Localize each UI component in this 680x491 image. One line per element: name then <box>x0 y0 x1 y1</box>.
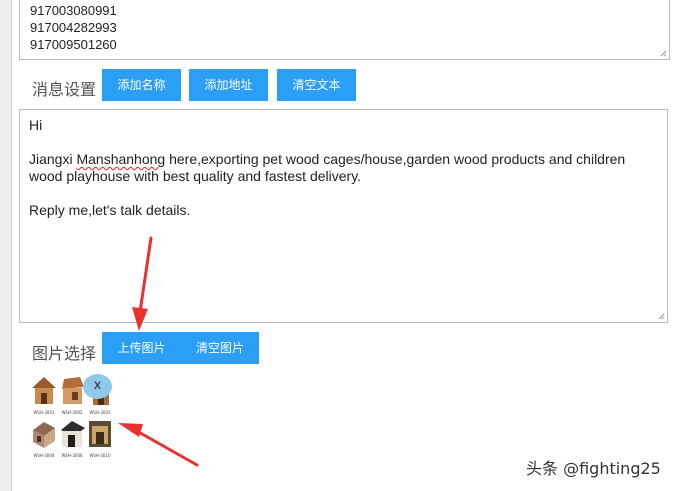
image-thumbnail[interactable]: WSH-3002 <box>58 375 86 415</box>
upload-image-button[interactable]: 上传图片 <box>102 332 181 364</box>
image-thumbnail[interactable]: WSH-3008 <box>58 418 86 458</box>
thumbnail-code: WSH-3002 <box>61 410 83 415</box>
message-greeting: Hi <box>29 117 43 133</box>
thumbnail-code: WSH-3010 <box>89 453 111 458</box>
left-panel-edge <box>0 0 12 491</box>
image-thumbnail[interactable]: WSH-3001 <box>30 375 58 415</box>
add-name-button[interactable]: 添加名称 <box>102 69 181 101</box>
watermark: 头条 @fighting25 <box>526 459 661 478</box>
doghouse-image-icon <box>32 377 56 404</box>
image-thumbnail[interactable]: WSH-3010 <box>86 418 114 458</box>
phone-number-line: 917009501260 <box>30 37 117 52</box>
doghouse-image-icon <box>62 377 84 404</box>
thumbnail-code: WSH-3004 <box>33 453 55 458</box>
thumbnail-code: WSH-3008 <box>61 453 83 458</box>
add-address-button[interactable]: 添加地址 <box>189 69 268 101</box>
message-textarea[interactable]: Hi Jiangxi Manshanhong here,exporting pe… <box>19 109 668 323</box>
image-thumbnail[interactable]: WSH-3004 <box>30 418 58 458</box>
phone-number-line: 917003080991 <box>30 3 117 18</box>
remove-image-button[interactable]: x <box>83 374 112 399</box>
image-select-label: 图片选择 <box>32 344 97 363</box>
resize-grip-icon[interactable] <box>658 313 665 320</box>
doghouse-image-icon <box>33 422 55 448</box>
resize-grip-icon[interactable] <box>660 50 667 57</box>
phone-numbers-textarea[interactable]: 917007095909 917003080991 917004282993 9… <box>19 0 670 60</box>
doghouse-image-icon <box>61 421 85 447</box>
clear-images-button[interactable]: 清空图片 <box>181 332 259 364</box>
misspelled-word: Manshanhong <box>76 151 166 167</box>
message-settings-label: 消息设置 <box>32 80 97 99</box>
message-paragraph-intro: Jiangxi Manshanhong here,exporting pet w… <box>29 151 626 184</box>
phone-numbers-list: 917007095909 917003080991 917004282993 9… <box>30 0 117 53</box>
arrow-to-thumbnails <box>118 423 199 467</box>
phone-number-line: 917004282993 <box>30 20 117 35</box>
doghouse-image-icon <box>89 421 111 447</box>
thumbnail-code: WSH-3001 <box>33 410 55 415</box>
thumbnail-code: WSH-3003 <box>89 410 111 415</box>
clear-text-button[interactable]: 清空文本 <box>277 69 356 101</box>
message-paragraph-reply: Reply me,let's talk details. <box>29 202 191 218</box>
